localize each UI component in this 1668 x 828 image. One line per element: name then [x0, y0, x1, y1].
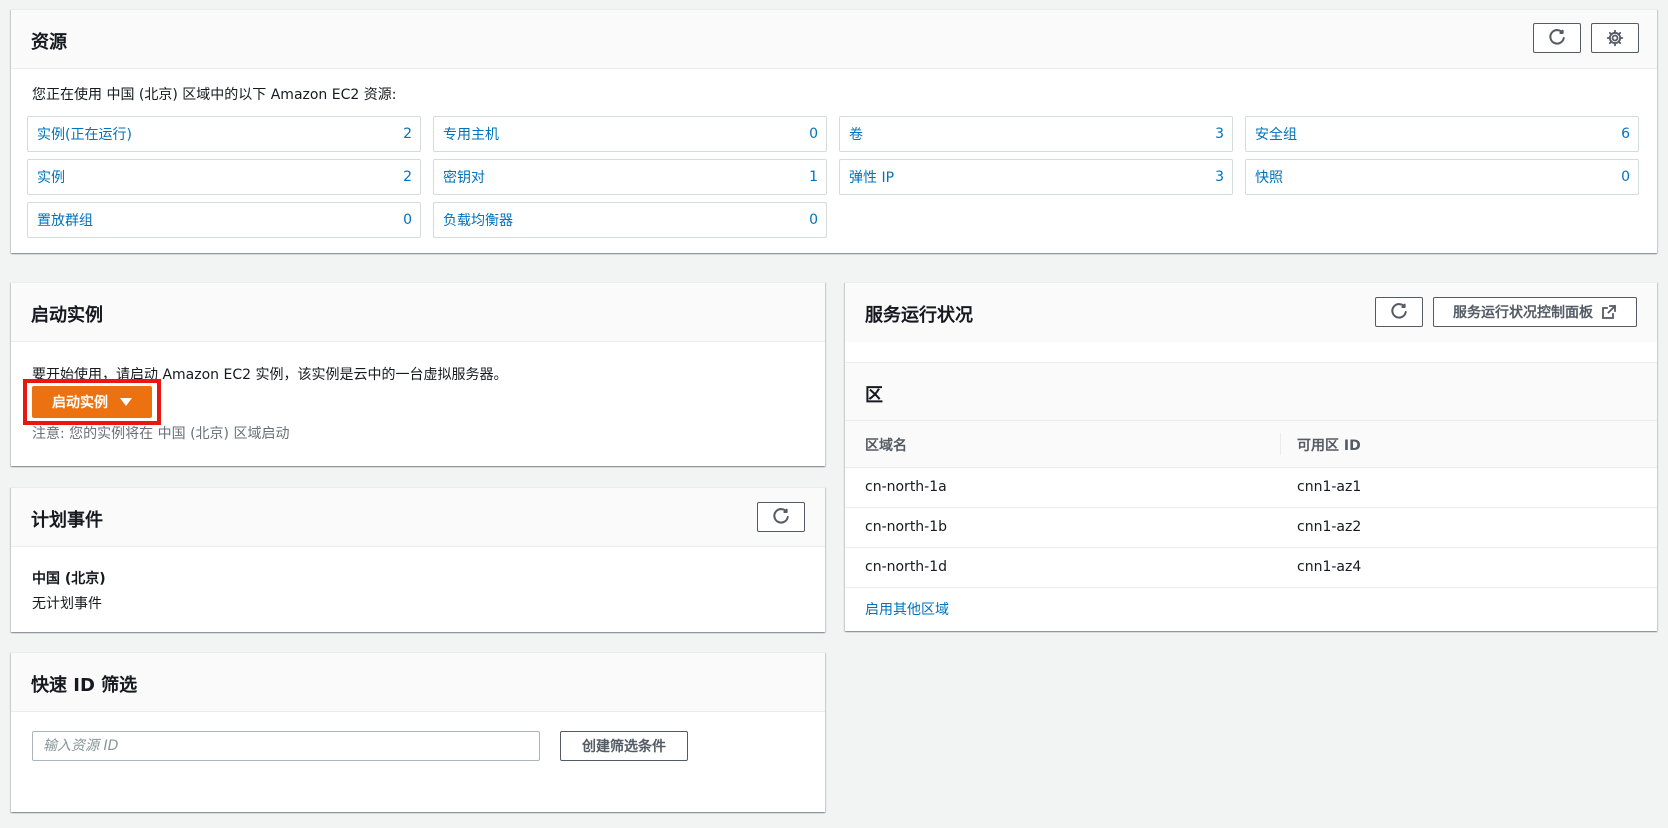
zone-id: cnn1-az2 — [1297, 519, 1362, 535]
zone-name: cn-north-1d — [865, 559, 948, 575]
col-divider — [1280, 433, 1281, 455]
enable-other-zones-link[interactable]: 启用其他区域 — [865, 599, 949, 619]
resource-item-security-groups[interactable]: 安全组 6 — [1245, 116, 1639, 152]
resources-refresh-button[interactable] — [1533, 23, 1581, 53]
resources-settings-button[interactable] — [1591, 23, 1639, 53]
refresh-icon — [1391, 303, 1407, 319]
resource-item-instances-running[interactable]: 实例(正在运行) 2 — [27, 116, 421, 152]
refresh-icon — [1549, 29, 1565, 45]
scheduled-events-panel: 计划事件 — [11, 487, 825, 632]
resource-item-placement-groups[interactable]: 置放群组 0 — [27, 202, 421, 238]
quick-filter-header: 快速 ID 筛选 — [11, 653, 825, 712]
zones-header: 区 — [845, 362, 1657, 421]
resource-item-volumes[interactable]: 卷3 — [839, 116, 1233, 152]
resource-item-dedicated-hosts[interactable]: 专用主机 0 — [433, 116, 827, 152]
resource-item-instances[interactable]: 实例 2 — [27, 159, 421, 195]
caret-down-icon — [120, 398, 132, 406]
launch-header: 启动实例 — [11, 283, 825, 342]
scheduled-events-header: 计划事件 — [11, 488, 825, 547]
scheduled-events-status: 无计划事件 — [32, 596, 102, 612]
launch-note: 注意: 您的实例将在 中国 (北京) 区域启动 — [32, 426, 290, 442]
table-row: cn-north-1d cnn1-az4 — [845, 548, 1657, 588]
zones-title: 区 — [865, 385, 883, 406]
refresh-icon — [773, 508, 789, 524]
table-row: cn-north-1b cnn1-az2 — [845, 508, 1657, 548]
zones-table: 区域名 可用区 ID cn-north-1a cnn1-az1 cn-north… — [845, 421, 1657, 632]
gear-icon — [1606, 29, 1624, 47]
service-health-refresh-button[interactable] — [1375, 297, 1423, 327]
create-filter-button[interactable]: 创建筛选条件 — [560, 731, 688, 761]
launch-title: 启动实例 — [31, 305, 103, 326]
table-row: cn-north-1a cnn1-az1 — [845, 468, 1657, 508]
service-health-panel: 服务运行状况 服务运行状况控制面板 区 区域名 可用区 ID cn-north-… — [845, 282, 1657, 631]
zone-id: cnn1-az4 — [1297, 559, 1362, 575]
resources-title: 资源 — [31, 32, 67, 53]
resource-item-load-balancers[interactable]: 负载均衡器 0 — [433, 202, 827, 238]
service-health-spacer — [845, 342, 1657, 362]
service-health-title: 服务运行状况 — [865, 305, 973, 326]
zone-name: cn-north-1a — [865, 479, 947, 495]
zones-table-head: 区域名 可用区 ID — [845, 421, 1657, 468]
external-link-icon — [1602, 304, 1617, 319]
zone-id: cnn1-az1 — [1297, 479, 1362, 495]
scheduled-events-refresh-button[interactable] — [757, 502, 805, 532]
resource-item-elastic-ips[interactable]: 弹性 IP 3 — [839, 159, 1233, 195]
resource-id-input[interactable] — [32, 731, 540, 761]
resources-header: 资源 — [11, 10, 1657, 69]
col-zone-id: 可用区 ID — [1297, 438, 1361, 454]
service-health-header: 服务运行状况 服务运行状况控制面板 — [845, 283, 1657, 342]
resources-description: 您正在使用 中国 (北京) 区域中的以下 Amazon EC2 资源: — [32, 87, 397, 103]
scheduled-events-title: 计划事件 — [31, 510, 103, 531]
zone-name: cn-north-1b — [865, 519, 948, 535]
resource-item-snapshots[interactable]: 快照 0 — [1245, 159, 1639, 195]
col-zone-name: 区域名 — [865, 438, 907, 454]
resource-item-key-pairs[interactable]: 密钥对 1 — [433, 159, 827, 195]
launch-instance-button[interactable]: 启动实例 — [32, 386, 152, 418]
service-health-dashboard-button[interactable]: 服务运行状况控制面板 — [1433, 297, 1637, 327]
quick-filter-title: 快速 ID 筛选 — [31, 675, 138, 696]
scheduled-events-region: 中国 (北京) — [32, 571, 106, 587]
